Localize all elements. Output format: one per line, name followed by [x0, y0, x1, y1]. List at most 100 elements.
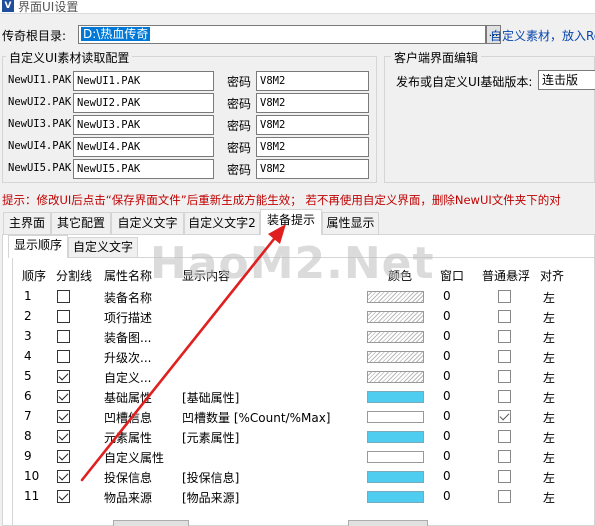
base-version-select[interactable]: 连击版	[538, 70, 595, 90]
float-checkbox[interactable]	[498, 410, 511, 423]
pak-label-3: NewUI3.PAK	[8, 118, 72, 130]
password-label-1: 密码	[227, 75, 252, 89]
divider-checkbox[interactable]	[57, 330, 70, 343]
tip-text: 提示：修改UI后点击“保存界面文件”后重新生成方能生效； 若不再使用自定义界面，…	[2, 193, 561, 207]
client-edit-group-title: 客户端界面编辑	[391, 49, 482, 66]
divider-checkbox[interactable]	[57, 390, 70, 403]
header-order[interactable]: 顺序	[22, 267, 46, 284]
tab-equip-tips[interactable]: 装备提示	[260, 209, 322, 235]
row-window: 0	[443, 329, 451, 343]
pak-password-input-5[interactable]: V8M2	[256, 159, 369, 179]
float-checkbox[interactable]	[498, 490, 511, 503]
color-swatch[interactable]	[367, 391, 424, 403]
float-checkbox[interactable]	[498, 450, 511, 463]
bottom-button-left[interactable]	[113, 520, 189, 526]
color-swatch[interactable]	[367, 291, 424, 303]
header-float[interactable]: 普通悬浮	[482, 267, 530, 284]
float-checkbox[interactable]	[498, 290, 511, 303]
base-version-label: 发布或自定义UI基础版本:	[396, 75, 533, 89]
divider-checkbox[interactable]	[57, 430, 70, 443]
header-content[interactable]: 显示内容	[182, 267, 230, 284]
color-swatch[interactable]	[367, 411, 424, 423]
color-swatch[interactable]	[367, 351, 424, 363]
row-align: 左	[543, 471, 556, 485]
color-swatch[interactable]	[367, 331, 424, 343]
row-order: 2	[24, 309, 32, 323]
divider-checkbox[interactable]	[57, 470, 70, 483]
row-content: [物品来源]	[182, 491, 240, 505]
subtab-display-order[interactable]: 显示顺序	[8, 235, 68, 258]
row-align: 左	[543, 491, 556, 505]
color-swatch[interactable]	[367, 431, 424, 443]
row-align: 左	[543, 391, 556, 405]
row-align: 左	[543, 331, 556, 345]
row-attr-name: 升级次...	[104, 351, 152, 365]
row-attr-name: 自定义属性	[104, 451, 165, 465]
pak-file-input-2[interactable]: NewUI2.PAK	[73, 93, 214, 113]
divider-checkbox[interactable]	[57, 370, 70, 383]
divider-checkbox[interactable]	[57, 490, 70, 503]
root-dir-input[interactable]: D:\热血传奇	[78, 25, 486, 44]
pak-label-5: NewUI5.PAK	[8, 162, 72, 174]
pak-file-input-1[interactable]: NewUI1.PAK	[73, 71, 214, 91]
pak-password-input-1[interactable]: V8M2	[256, 71, 369, 91]
row-order: 7	[24, 409, 32, 423]
bottom-button-right[interactable]	[348, 520, 428, 526]
color-swatch[interactable]	[367, 491, 424, 503]
row-window: 0	[443, 389, 451, 403]
pak-file-input-4[interactable]: NewUI4.PAK	[73, 137, 214, 157]
pak-label-2: NewUI2.PAK	[8, 96, 72, 108]
float-checkbox[interactable]	[498, 390, 511, 403]
float-checkbox[interactable]	[498, 470, 511, 483]
row-order: 6	[24, 389, 32, 403]
header-divider[interactable]: 分割线	[56, 267, 92, 284]
float-checkbox[interactable]	[498, 330, 511, 343]
row-window: 0	[443, 449, 451, 463]
row-window: 0	[443, 469, 451, 483]
tab-main[interactable]: 主界面	[3, 212, 51, 234]
float-checkbox[interactable]	[498, 350, 511, 363]
custom-material-link[interactable]: 自定义素材，放入Re	[490, 27, 595, 44]
header-window[interactable]: 窗口	[440, 267, 464, 284]
row-attr-name: 自定义...	[104, 371, 152, 385]
pak-file-input-3[interactable]: NewUI3.PAK	[73, 115, 214, 135]
password-label-3: 密码	[227, 119, 252, 133]
header-align[interactable]: 对齐	[540, 267, 564, 284]
tab-other-config[interactable]: 其它配置	[51, 212, 111, 234]
row-window: 0	[443, 309, 451, 323]
row-attr-name: 元素属性	[104, 431, 153, 445]
ui-pak-group-title: 自定义UI素材读取配置	[6, 49, 133, 66]
divider-checkbox[interactable]	[57, 350, 70, 363]
pak-password-input-3[interactable]: V8M2	[256, 115, 369, 135]
header-color[interactable]: 颜色	[388, 267, 412, 284]
row-order: 8	[24, 429, 32, 443]
float-checkbox[interactable]	[498, 310, 511, 323]
float-checkbox[interactable]	[498, 430, 511, 443]
password-label-5: 密码	[227, 163, 252, 177]
divider-checkbox[interactable]	[57, 290, 70, 303]
tab-custom-text-2[interactable]: 自定义文字2	[184, 212, 260, 234]
window-titlebar: V 界面UI设置	[0, 0, 595, 14]
float-checkbox[interactable]	[498, 370, 511, 383]
divider-checkbox[interactable]	[57, 410, 70, 423]
row-align: 左	[543, 351, 556, 365]
color-swatch[interactable]	[367, 311, 424, 323]
password-label-2: 密码	[227, 97, 252, 111]
divider-checkbox[interactable]	[57, 450, 70, 463]
row-attr-name: 凹槽信息	[104, 411, 153, 425]
color-swatch[interactable]	[367, 451, 424, 463]
row-attr-name: 投保信息	[104, 471, 153, 485]
header-name[interactable]: 属性名称	[104, 267, 152, 284]
color-swatch[interactable]	[367, 371, 424, 383]
color-swatch[interactable]	[367, 471, 424, 483]
subtab-custom-text[interactable]: 自定义文字	[68, 237, 138, 257]
divider-checkbox[interactable]	[57, 310, 70, 323]
tab-attr-display[interactable]: 属性显示	[322, 212, 379, 234]
row-align: 左	[543, 311, 556, 325]
pak-password-input-2[interactable]: V8M2	[256, 93, 369, 113]
row-align: 左	[543, 411, 556, 425]
pak-password-input-4[interactable]: V8M2	[256, 137, 369, 157]
row-content: 凹槽数量 [%Count/%Max]	[182, 411, 331, 425]
pak-file-input-5[interactable]: NewUI5.PAK	[73, 159, 214, 179]
tab-custom-text[interactable]: 自定义文字	[111, 212, 184, 234]
